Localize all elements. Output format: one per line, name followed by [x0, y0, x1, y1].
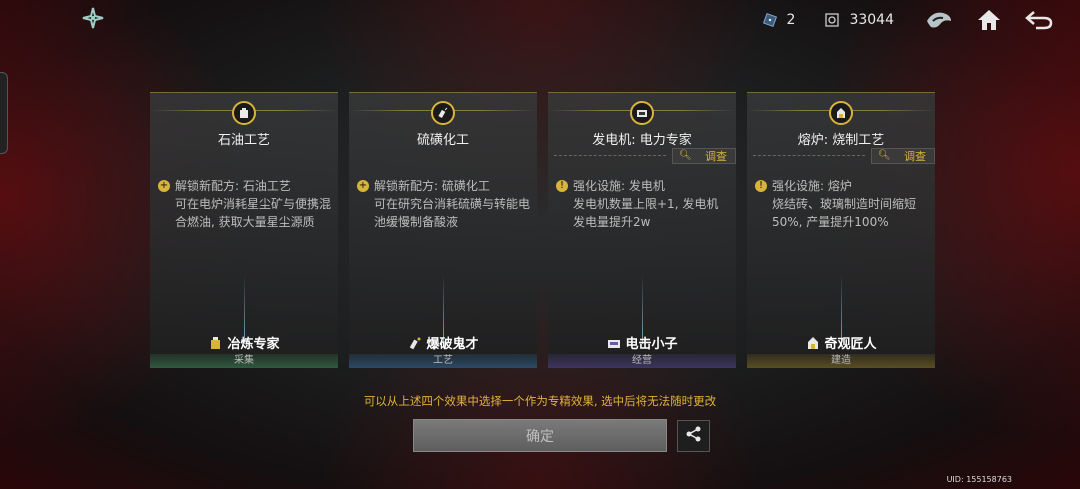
skill-name: 奇观匠人: [747, 333, 935, 352]
share-icon: [685, 425, 703, 447]
desc-rest: 烧结砖、玻璃制造时间缩短50%, 产量提升100%: [772, 197, 917, 229]
resource-dice: 2: [761, 11, 796, 29]
skill-name: 冶炼专家: [150, 333, 338, 352]
skill-card-4[interactable]: 熔炉: 烧制工艺 🔍︎ 调查 ! 强化设施: 熔炉 烧结砖、玻璃制造时间缩短50%…: [747, 92, 935, 368]
category-bar: 建造: [747, 354, 935, 368]
card-title: 发电机: 电力专家: [592, 133, 692, 148]
top-bar: 2 33044: [761, 6, 1080, 34]
confirm-button[interactable]: 确定: [413, 419, 667, 452]
skill-card-1[interactable]: 石油工艺 + 解锁新配方: 石油工艺 可在电炉消耗星尘矿与便携混合燃油, 获取大量…: [150, 92, 338, 368]
share-button[interactable]: [677, 420, 710, 452]
plus-icon: +: [357, 180, 369, 192]
desc-first: 强化设施: 熔炉: [772, 179, 852, 193]
user-id: UID: 155158763: [946, 475, 1012, 484]
dice-count: 2: [786, 12, 796, 28]
desc-first: 解锁新配方: 硫磺化工: [374, 179, 490, 193]
card-title: 熔炉: 烧制工艺: [797, 133, 885, 148]
oil-can-icon: [208, 335, 224, 351]
card-title: 石油工艺: [217, 133, 270, 148]
category-bar: 采集: [150, 354, 338, 368]
skill-name: 爆破鬼才: [349, 333, 537, 352]
dice-icon: [761, 11, 779, 29]
investigate-button[interactable]: 🔍︎ 调查: [871, 148, 935, 164]
upgrade-icon: !: [556, 180, 568, 192]
app-logo-icon[interactable]: [80, 6, 106, 32]
skill-name: 电击小子: [548, 333, 736, 352]
desc-rest: 可在电炉消耗星尘矿与便携混合燃油, 获取大量星尘源质: [175, 197, 332, 229]
card-description: ! 强化设施: 发电机 发电机数量上限+1, 发电机发电量提升2w: [556, 177, 730, 231]
skill-card-3[interactable]: 发电机: 电力专家 🔍︎ 调查 ! 强化设施: 发电机 发电机数量上限+1, 发电…: [548, 92, 736, 368]
back-icon[interactable]: [1022, 6, 1056, 34]
desc-first: 强化设施: 发电机: [573, 179, 665, 193]
furnace-icon: [829, 101, 853, 125]
plus-icon: +: [158, 180, 170, 192]
desc-rest: 发电机数量上限+1, 发电机发电量提升2w: [573, 197, 719, 229]
card-title: 硫磺化工: [416, 133, 469, 148]
magnifier-icon: 🔍︎: [878, 150, 891, 161]
investigate-button[interactable]: 🔍︎ 调查: [672, 148, 736, 164]
gear-box-icon: [823, 11, 841, 29]
dynamite-icon: [431, 101, 455, 125]
oil-can-icon: [232, 101, 256, 125]
side-drawer-handle[interactable]: [0, 72, 8, 154]
resource-gear: 33044: [823, 11, 894, 29]
dynamite-icon: [407, 335, 423, 351]
selection-hint: 可以从上述四个效果中选择一个作为专精效果, 选中后将无法随时更改: [363, 394, 717, 408]
mask-icon[interactable]: [922, 6, 956, 34]
category-bar: 经营: [548, 354, 736, 368]
card-description: + 解锁新配方: 石油工艺 可在电炉消耗星尘矿与便携混合燃油, 获取大量星尘源质: [158, 177, 332, 231]
upgrade-icon: !: [755, 180, 767, 192]
card-description: ! 强化设施: 熔炉 烧结砖、玻璃制造时间缩短50%, 产量提升100%: [755, 177, 929, 231]
desc-first: 解锁新配方: 石油工艺: [175, 179, 291, 193]
magnifier-icon: 🔍︎: [679, 150, 692, 161]
desc-rest: 可在研究台消耗硫磺与转能电池缓慢制备酸液: [374, 197, 531, 229]
generator-icon: [606, 335, 622, 351]
generator-icon: [630, 101, 654, 125]
category-bar: 工艺: [349, 354, 537, 368]
gear-count: 33044: [849, 12, 894, 28]
dotted-divider: [554, 155, 666, 156]
dotted-divider: [753, 155, 865, 156]
home-icon[interactable]: [972, 6, 1006, 34]
card-description: + 解锁新配方: 硫磺化工 可在研究台消耗硫磺与转能电池缓慢制备酸液: [357, 177, 531, 231]
skill-card-2[interactable]: 硫磺化工 + 解锁新配方: 硫磺化工 可在研究台消耗硫磺与转能电池缓慢制备酸液 爆…: [349, 92, 537, 368]
furnace-icon: [805, 335, 821, 351]
